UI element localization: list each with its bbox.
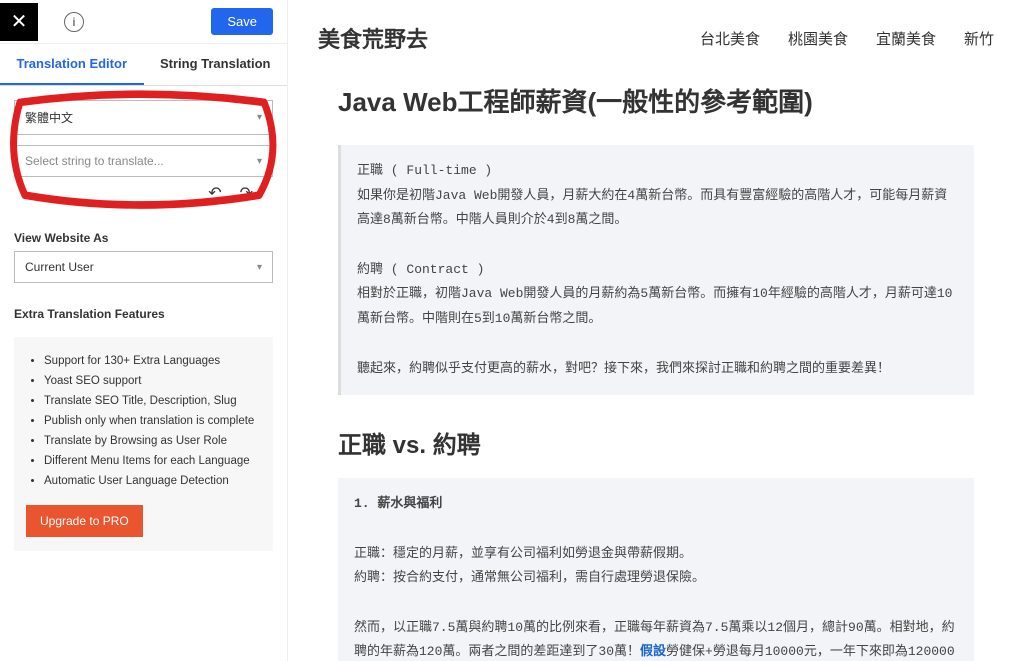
features-label: Extra Translation Features [0, 293, 287, 327]
view-as-label: View Website As [0, 217, 287, 251]
topbar: ✕ i Save [0, 0, 287, 44]
info-icon[interactable]: i [64, 12, 84, 32]
list-item: Translate by Browsing as User Role [44, 431, 261, 451]
next-icon[interactable]: ↷ [240, 183, 253, 203]
site-nav: 台北美食 桃園美食 宜蘭美食 新竹 [700, 28, 994, 49]
tab-string-translation[interactable]: String Translation [144, 44, 288, 85]
prev-icon[interactable]: ↶ [208, 183, 221, 203]
article-h1: Java Web工程師薪資(一般性的參考範圍) [338, 82, 974, 119]
nav-item[interactable]: 宜蘭美食 [876, 28, 936, 49]
comparison-block: 1. 薪水與福利 正職：穩定的月薪，並享有公司福利如勞退金與帶薪假期。 約聘：按… [338, 478, 974, 661]
sidebar: ✕ i Save Translation Editor String Trans… [0, 0, 288, 661]
nav-item[interactable]: 新竹 [964, 28, 994, 49]
list-item: Different Menu Items for each Language [44, 451, 261, 471]
list-item: Automatic User Language Detection [44, 471, 261, 491]
list-item: Translate SEO Title, Description, Slug [44, 391, 261, 411]
language-select[interactable]: 繁體中文 ▾ [14, 100, 273, 135]
language-value: 繁體中文 [25, 109, 73, 126]
nav-item[interactable]: 台北美食 [700, 28, 760, 49]
save-button[interactable]: Save [211, 8, 273, 35]
salary-block: 正職 ( Full-time ) 如果你是初階Java Web開發人員，月薪大約… [338, 145, 974, 395]
main-preview: 美食荒野去 台北美食 桃園美食 宜蘭美食 新竹 Java Web工程師薪資(一般… [288, 0, 1024, 661]
close-button[interactable]: ✕ [0, 3, 38, 41]
list-item: Yoast SEO support [44, 371, 261, 391]
chevron-down-icon: ▾ [257, 156, 262, 167]
site-title: 美食荒野去 [318, 22, 428, 54]
view-as-value: Current User [25, 260, 94, 274]
article: Java Web工程師薪資(一般性的參考範圍) 正職 ( Full-time )… [308, 70, 1004, 661]
tabs: Translation Editor String Translation [0, 44, 287, 86]
view-as-select[interactable]: Current User ▾ [14, 251, 273, 283]
upgrade-button[interactable]: Upgrade to PRO [26, 505, 143, 537]
string-placeholder: Select string to translate... [25, 154, 164, 168]
nav-arrows: ↶ ↷ [14, 177, 273, 207]
block2-title: 1. 薪水與福利 [354, 496, 442, 511]
block2-highlight: 假設 [640, 644, 666, 659]
nav-item[interactable]: 桃園美食 [788, 28, 848, 49]
site-header: 美食荒野去 台北美食 桃園美食 宜蘭美食 新竹 [308, 0, 1004, 70]
features-box: Support for 130+ Extra Languages Yoast S… [14, 337, 273, 551]
selectors-area: 繁體中文 ▾ Select string to translate... ▾ ↶… [0, 86, 287, 217]
chevron-down-icon: ▾ [257, 262, 262, 273]
string-select[interactable]: Select string to translate... ▾ [14, 145, 273, 177]
features-list: Support for 130+ Extra Languages Yoast S… [26, 351, 261, 491]
list-item: Publish only when translation is complet… [44, 411, 261, 431]
list-item: Support for 130+ Extra Languages [44, 351, 261, 371]
block2-p1: 正職：穩定的月薪，並享有公司福利如勞退金與帶薪假期。 約聘：按合約支付，通常無公… [354, 546, 705, 586]
article-h2: 正職 vs. 約聘 [338, 425, 974, 460]
tab-translation-editor[interactable]: Translation Editor [0, 44, 144, 85]
chevron-down-icon: ▾ [257, 112, 262, 123]
